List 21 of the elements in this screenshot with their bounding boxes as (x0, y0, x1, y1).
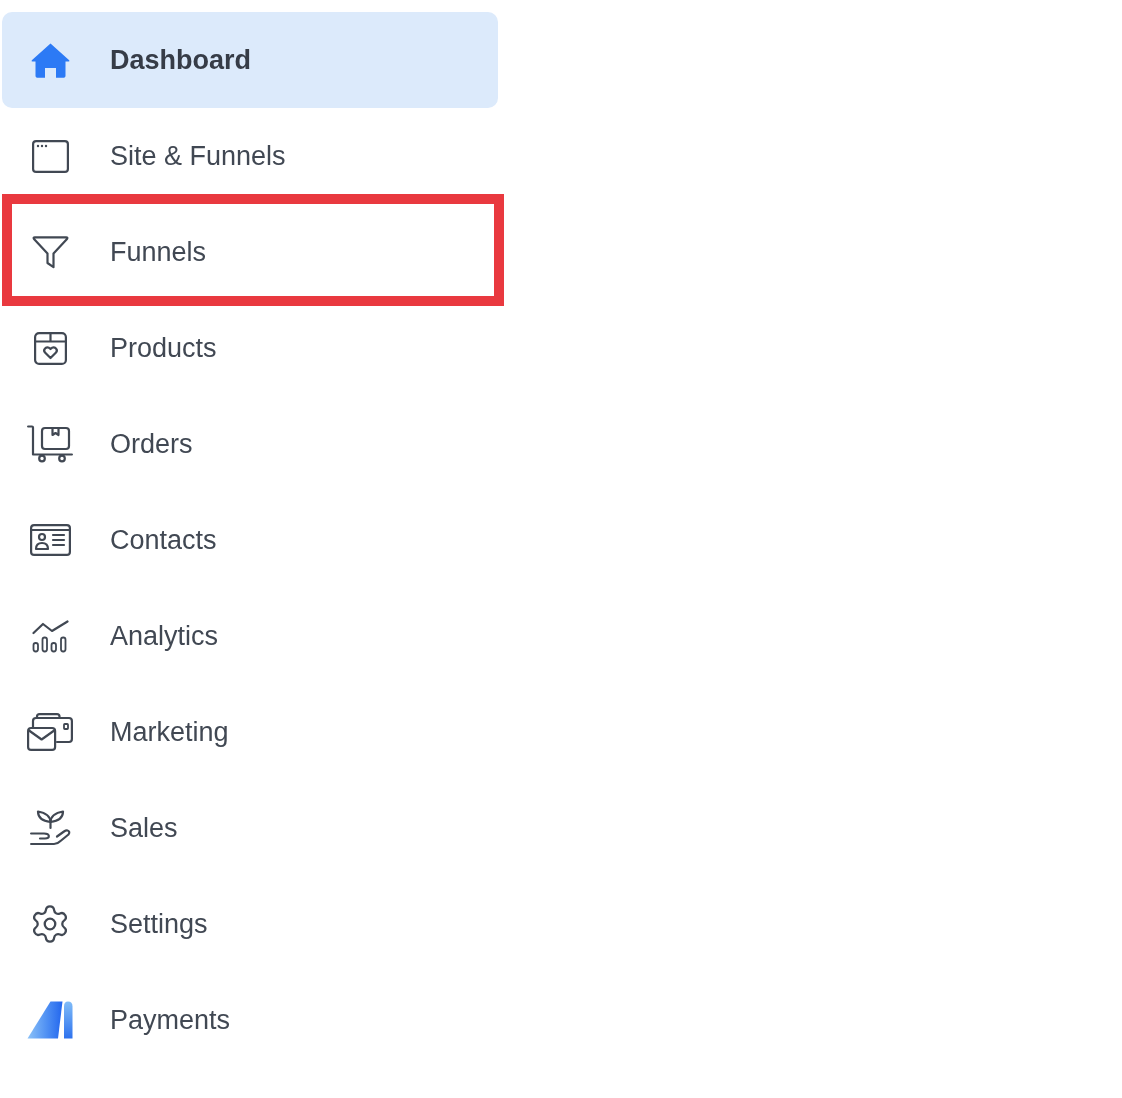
nav-item[interactable]: Orders (2, 396, 498, 492)
settings-icon (33, 905, 67, 943)
nav-item[interactable]: Settings (2, 876, 498, 972)
cart-icon (27, 425, 73, 463)
chart-icon (31, 619, 69, 653)
nav-item[interactable]: Payments (2, 972, 498, 1068)
nav-item[interactable]: Analytics (2, 588, 498, 684)
nav-item[interactable]: Products (2, 300, 498, 396)
house-icon (30, 42, 70, 78)
id-card-icon (29, 524, 71, 556)
nav-item[interactable]: Funnels (2, 204, 498, 300)
logo-icon (27, 1001, 73, 1039)
nav-item[interactable]: Contacts (2, 492, 498, 588)
nav-item[interactable]: Marketing (2, 684, 498, 780)
nav-item[interactable]: Site & Funnels (2, 108, 498, 204)
funnel-icon (31, 235, 69, 269)
nav-item[interactable]: Sales (2, 780, 498, 876)
envelope-card-icon (27, 713, 73, 751)
plant-hand-icon (29, 810, 71, 846)
browser-window-icon (31, 139, 69, 173)
nav-item[interactable]: Dashboard (2, 12, 498, 108)
